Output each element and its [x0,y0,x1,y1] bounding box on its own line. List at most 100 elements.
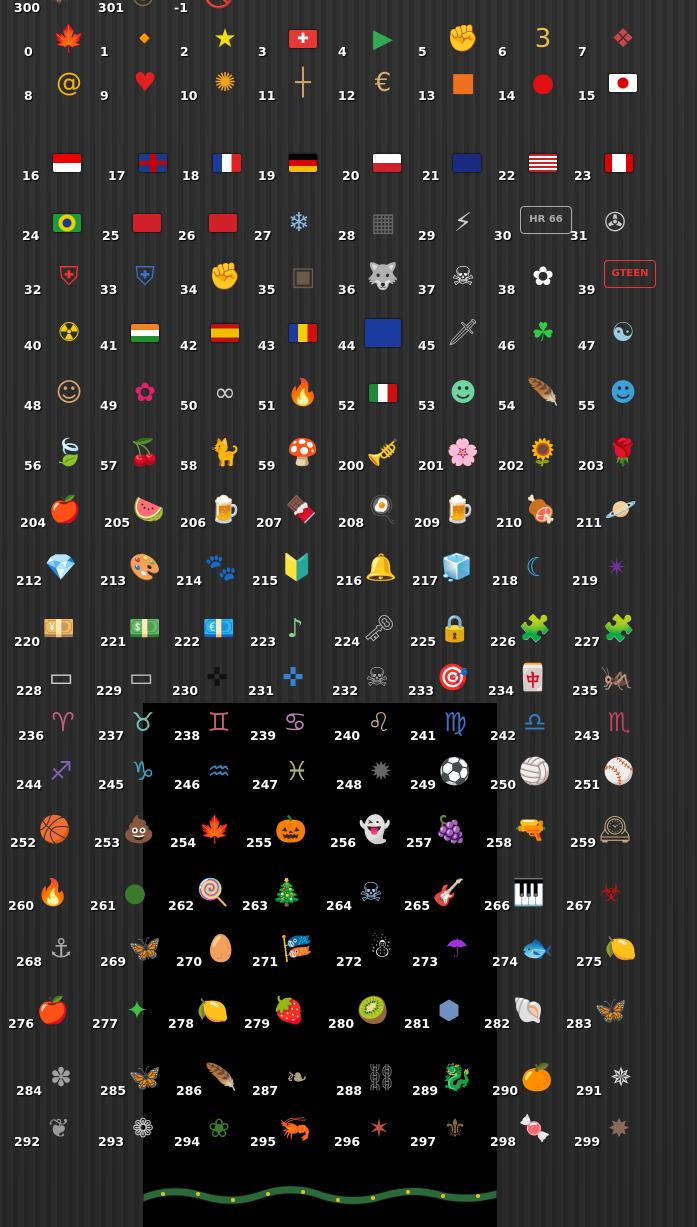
pisces-icon: ♓ [285,757,309,787]
icon-number-label: 260 [8,898,35,913]
meat-icon: 🍖 [524,495,558,525]
hong-kong-flag-icon [128,206,166,240]
icon-number-label: -1 [174,0,188,15]
icon-number-label: 298 [490,1134,517,1149]
red-dot-icon: ● [531,68,555,98]
icon-number-label: 273 [412,954,439,969]
rose-icon: 🌹 [606,438,640,468]
icon-number-label: 16 [22,168,40,183]
icon-number-label: 20 [342,168,360,183]
icon-number-label: 201 [418,458,445,473]
icon-number-label: 202 [498,458,525,473]
icon-number-label: 47 [578,338,596,353]
anchor-icon: ⚓ [49,934,73,964]
radiation-icon: ☢ [57,318,81,348]
fist-icon: ✊ [446,24,480,54]
australia-flag-icon [448,146,486,180]
icon-number-label: 57 [100,458,118,473]
icon-number-label: 9 [100,88,109,103]
icon-number-label: 31 [570,228,588,243]
icon-number-label: 244 [16,777,43,792]
icon-number-label: 35 [258,282,276,297]
dragon-icon: 🐉 [440,1063,474,1093]
icon-number-label: 236 [18,728,45,743]
icon-number-label: 51 [258,398,276,413]
icon-number-label: 241 [410,728,437,743]
poland-flag-shape [373,154,401,172]
prohibited-icon: 🚫 [200,0,238,12]
icon-number-label: 212 [16,573,43,588]
icon-number-label: 21 [422,168,440,183]
icon-number-label: 278 [168,1016,195,1031]
icon-number-label: 208 [338,515,365,530]
play-store-icon: ▶ [373,24,393,54]
cherry-blossom-icon: 🌸 [446,438,480,468]
icon-number-label: 245 [98,777,125,792]
icon-number-label: 297 [410,1134,437,1149]
black-cross-icon: ✜ [206,663,228,693]
shrimp-icon: 🦐 [278,1114,312,1144]
icon-number-label: 227 [574,634,601,649]
strawberry-icon: 🍓 [272,996,306,1026]
icon-number-label: 200 [338,458,365,473]
icon-number-label: 22 [498,168,516,183]
usa-flag-icon [524,146,562,180]
bell-icon: 🔔 [364,553,398,583]
orange-cube-icon: 🧊 [440,553,474,583]
blue-fish-icon: 🐟 [520,934,554,964]
poop-icon: 💩 [122,815,156,845]
icon-number-label: 249 [410,777,437,792]
icon-number-label: 267 [566,898,593,913]
revolver-icon: 🔫 [514,815,548,845]
icon-number-label: 7 [578,44,587,59]
orange-slice-icon: 🍊 [520,1063,554,1093]
blue-cross-icon: ✜ [282,663,304,693]
icon-number-label: 259 [570,835,597,850]
icon-number-label: 211 [576,515,603,530]
icon-number-label: 37 [418,282,436,297]
icon-number-label: 269 [100,954,127,969]
icon-number-label: 40 [24,338,42,353]
stone-tablet-icon: ▭ [128,663,154,693]
leaf-icon: 🍃 [52,438,86,468]
lotus-icon: ❁ [132,1114,154,1144]
icon-number-label: 290 [492,1083,519,1098]
baseball-icon: ⚾ [602,757,636,787]
icon-number-label: 10 [180,88,198,103]
handcuffs-icon: ∞ [214,378,236,408]
singapore-flag-shape [53,154,81,172]
purple-moth-icon: 🦋 [128,1063,162,1093]
icon-number-label: 222 [174,634,201,649]
maple-leaf-icon: 🍁 [52,24,86,54]
hong-kong-flag-shape [133,214,161,232]
seashell-icon: 🐚 [512,996,546,1026]
icon-number-label: 8 [24,88,33,103]
flame-logo-icon: 🔥 [286,378,320,408]
icon-number-label: 206 [180,515,207,530]
icon-number-label: 243 [574,728,601,743]
capricorn-icon: ♑ [131,757,155,787]
spiral-icon: @ [56,68,82,98]
icon-number-label: 288 [336,1083,363,1098]
cancer-icon: ♋ [283,708,307,738]
dartboard-icon: 🎯 [436,663,470,693]
purple-bat-icon: 🦇 [40,0,78,12]
eu-flag-shape [365,319,401,347]
icon-number-label: 12 [338,88,356,103]
icon-number-label: 18 [182,168,200,183]
lightning-icon: ⚡ [453,208,473,238]
icon-number-label: 275 [576,954,603,969]
icon-number-label: 203 [578,458,605,473]
icon-number-label: 233 [408,683,435,698]
romania-flag-icon [284,316,322,350]
uk-flag-shape [139,154,167,172]
watermelon-icon: 🍉 [132,495,166,525]
mahjong-icon: 🀄 [516,663,550,693]
icon-number-label: 25 [102,228,120,243]
finland-shield-icon: ⛨ [135,262,155,292]
icon-number-label: 251 [574,777,601,792]
india-flag-shape [131,324,159,342]
icon-number-label: 284 [16,1083,43,1098]
icon-number-label: 285 [100,1083,127,1098]
icon-number-label: 218 [492,573,519,588]
